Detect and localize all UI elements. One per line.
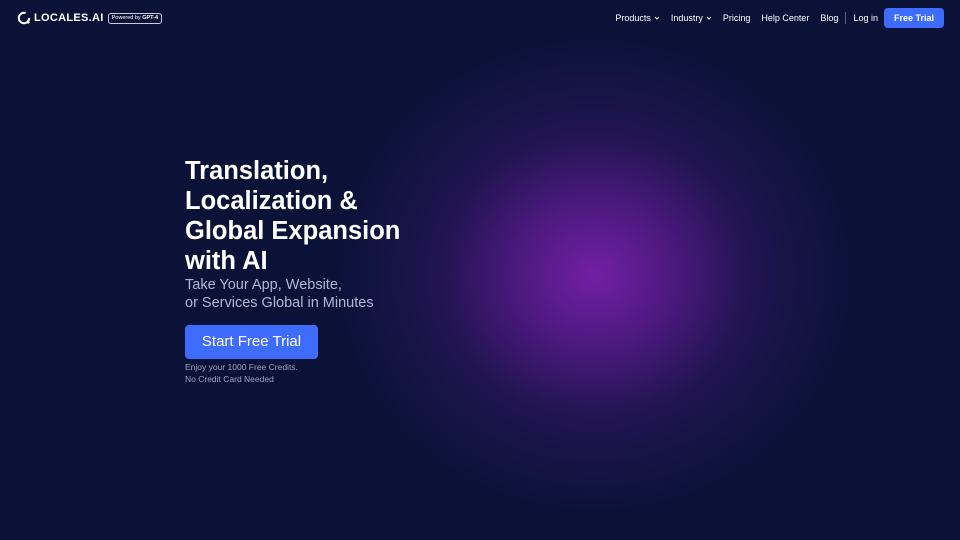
hero-subtitle: Take Your App, Website, or Services Glob… [185,276,415,312]
powered-by-prefix: Powered by [111,14,141,21]
nav-item-blog[interactable]: Blog [820,13,838,23]
headline-line: Translation, [185,157,329,185]
note-line: Enjoy your 1000 Free Credits. [185,362,298,372]
hero-background-glow [0,0,960,540]
brand-logo[interactable]: LOCALES.AI Powered by GPT-4 [17,11,163,25]
nav-item-help-center[interactable]: Help Center [761,13,809,23]
credits-note: Enjoy your 1000 Free Credits. No Credit … [185,361,425,385]
chevron-down-icon [706,16,712,20]
chevron-down-icon [654,16,660,20]
nav-item-industry[interactable]: Industry [671,13,712,23]
headline-line: with AI [185,247,268,275]
note-line: No Credit Card Needed [185,374,274,384]
brand-name: LOCALES.AI [34,12,104,24]
free-trial-button[interactable]: Free Trial [883,8,944,28]
top-navbar: LOCALES.AI Powered by GPT-4 Products Ind… [0,0,960,36]
powered-by-model: GPT-4 [142,14,159,21]
nav-item-pricing[interactable]: Pricing [723,13,751,23]
hero-headline: Translation, Localization & Global Expan… [185,156,425,276]
headline-line: Localization & [185,187,358,215]
subtitle-line: or Services Global in Minutes [185,295,374,311]
headline-line: Global Expansion [185,217,401,245]
nav-item-products[interactable]: Products [615,13,660,23]
nav-item-label: Pricing [722,13,751,23]
nav-item-label: Industry [670,13,703,23]
start-free-trial-button[interactable]: Start Free Trial [185,325,318,359]
nav-item-label: Help Center [761,13,810,23]
locales-logo-icon [17,11,31,25]
hero-section: Translation, Localization & Global Expan… [185,156,425,385]
nav-menu: Products Industry Pricing Help Center Bl… [615,8,944,28]
subtitle-line: Take Your App, Website, [185,277,342,293]
powered-by-badge: Powered by GPT-4 [107,12,163,24]
login-link[interactable]: Log in [853,13,878,23]
nav-item-label: Products [615,13,651,23]
nav-divider [845,12,847,24]
nav-item-label: Blog [820,13,839,23]
